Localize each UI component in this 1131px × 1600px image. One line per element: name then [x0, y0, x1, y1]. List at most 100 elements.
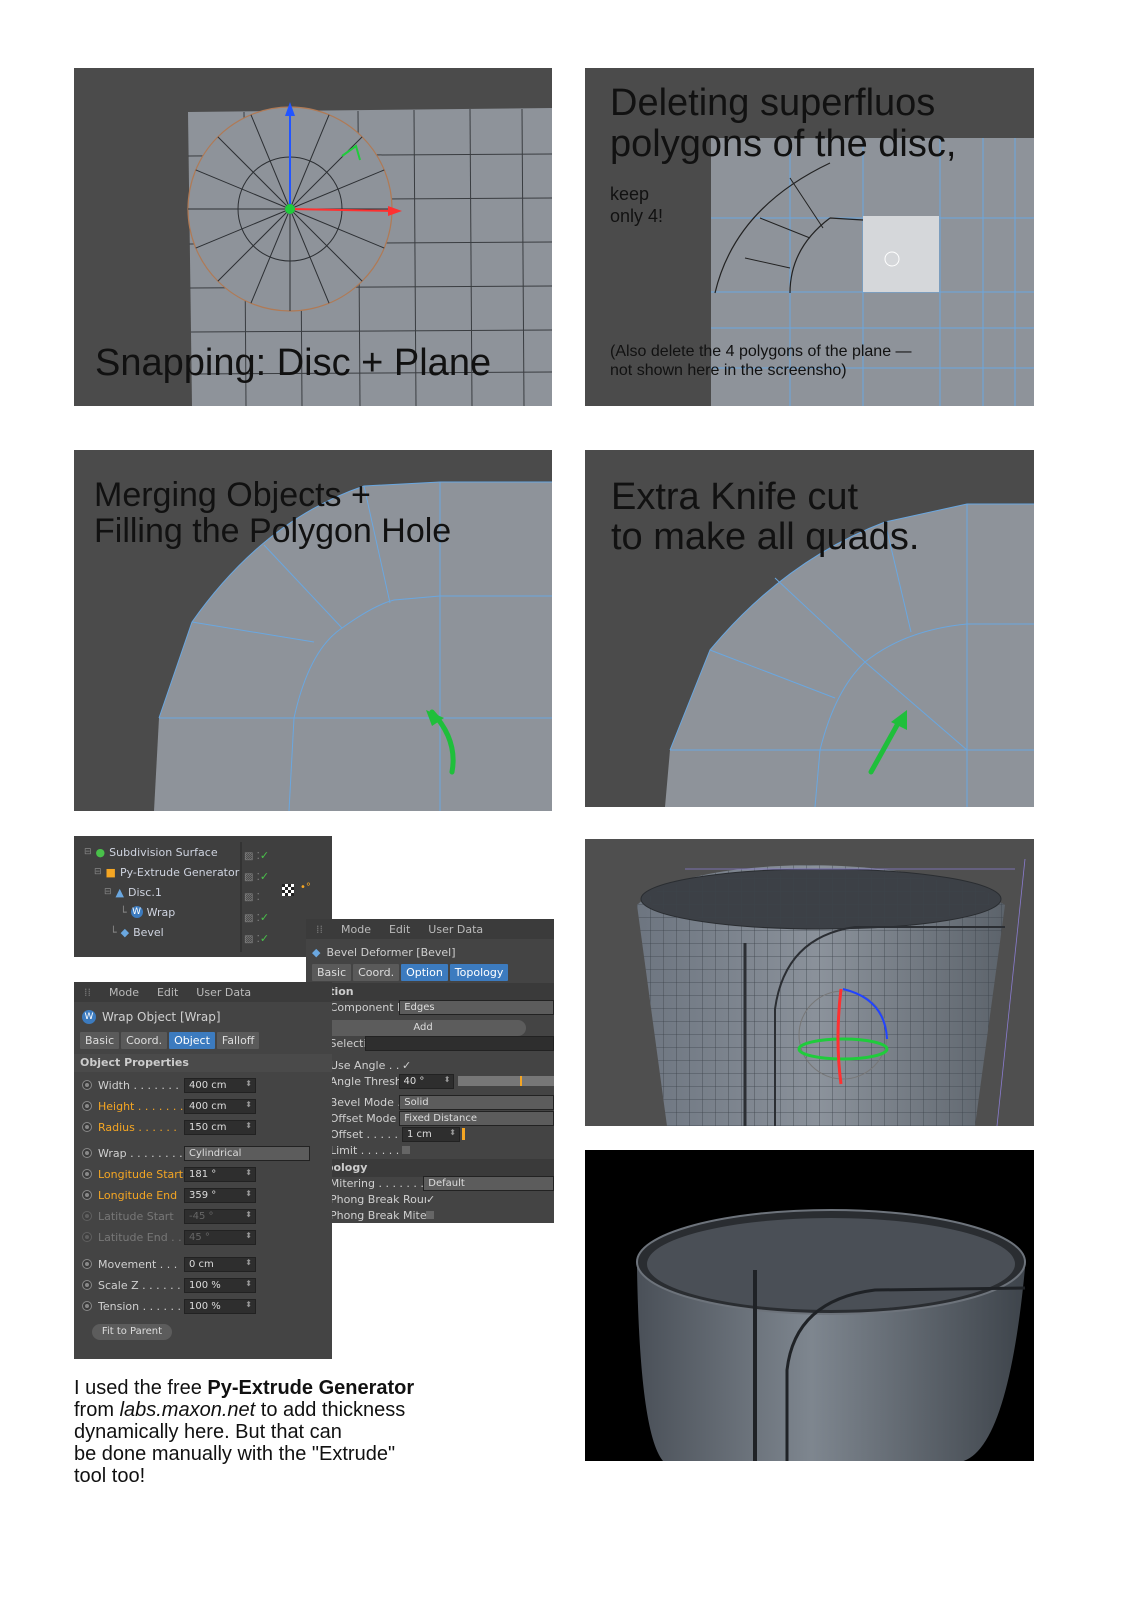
limit-checkbox[interactable]: [402, 1146, 410, 1154]
slider-handle[interactable]: [520, 1076, 523, 1086]
tree-branch-icon: └: [110, 925, 117, 939]
animate-dot[interactable]: [82, 1080, 92, 1090]
footer-text-part: I used the free: [74, 1377, 208, 1399]
offset-slider[interactable]: [462, 1128, 465, 1140]
tree-row-bevel[interactable]: └ ◆ Bevel: [74, 922, 332, 942]
phong-miters-checkbox[interactable]: [426, 1211, 434, 1219]
tab-basic[interactable]: Basic: [80, 1032, 120, 1049]
tab-topology[interactable]: Topology: [449, 964, 509, 981]
wrap-select[interactable]: Cylindrical: [184, 1145, 310, 1161]
spinner-icon[interactable]: ⬍: [444, 1075, 451, 1084]
spinner-icon[interactable]: ⬍: [245, 1210, 252, 1219]
use-angle-checkbox[interactable]: ✓: [402, 1059, 411, 1072]
animate-dot[interactable]: [82, 1190, 92, 1200]
tab-option[interactable]: Option: [401, 964, 448, 981]
phong-rounding-checkbox[interactable]: ✓: [426, 1193, 435, 1206]
label: Latitude End . .: [98, 1230, 182, 1244]
value: 1 cm: [407, 1128, 432, 1140]
longitude-end-row: Longitude End 359 ° ⬍: [74, 1185, 332, 1205]
label: Longitude End: [98, 1188, 178, 1202]
py-extrude-name: Py-Extrude Generator: [207, 1377, 415, 1399]
spinner-icon[interactable]: ⬍: [245, 1189, 252, 1198]
tag-icon[interactable]: •°: [300, 882, 311, 893]
spinner-icon[interactable]: ⬍: [245, 1079, 252, 1088]
spinner-icon[interactable]: ⬍: [245, 1168, 252, 1177]
animate-dot[interactable]: [82, 1232, 92, 1242]
label: Tension . . . . . .: [98, 1299, 182, 1313]
bevel-icon: ◆: [120, 925, 130, 939]
tree-row-wrap[interactable]: └ W Wrap: [74, 902, 332, 922]
caption-knife-1: Extra Knife cut: [611, 476, 859, 518]
label: Offset . . . . . . . .: [330, 1127, 402, 1141]
longitude-start-field[interactable]: 181 ° ⬍: [184, 1166, 256, 1182]
radius-row: Radius . . . . . . 150 cm ⬍: [74, 1117, 332, 1137]
collapse-icon[interactable]: ⊟: [84, 847, 92, 857]
tree-label: Wrap: [146, 905, 176, 919]
caption-knife-2: to make all quads.: [611, 516, 920, 558]
tree-label: Subdivision Surface: [109, 845, 218, 859]
menu-mode[interactable]: Mode: [341, 923, 371, 936]
label: Height . . . . . . .: [98, 1099, 184, 1113]
visibility-column[interactable]: ▨ ⁚✓ ▨ ⁚✓ ▨ ⁚ ▨ ⁚✓ ▨ ⁚✓: [244, 846, 269, 950]
angle-slider[interactable]: [458, 1076, 554, 1086]
texture-tag-icon[interactable]: [282, 884, 294, 896]
scale-z-field[interactable]: 100 % ⬍: [184, 1277, 256, 1293]
spinner-icon[interactable]: ⬍: [245, 1231, 252, 1240]
tree-row-subdivision[interactable]: ⊟ ● Subdivision Surface: [74, 842, 332, 862]
caption-merging-2: Filling the Polygon Hole: [94, 512, 452, 550]
label: Selection: [329, 1036, 366, 1050]
caption-keep-2: only 4!: [610, 206, 664, 226]
animate-dot[interactable]: [82, 1122, 92, 1132]
animate-dot[interactable]: [82, 1301, 92, 1311]
animate-dot[interactable]: [82, 1101, 92, 1111]
selection-field[interactable]: [365, 1035, 555, 1051]
footer-line-1: I used the free Py-Extrude Generator: [74, 1377, 494, 1399]
latitude-start-field[interactable]: -45 ° ⬍: [184, 1208, 256, 1224]
menu-user-data[interactable]: User Data: [196, 986, 251, 999]
tab-coord[interactable]: Coord.: [121, 1032, 168, 1049]
label: Offset Mode . . .: [329, 1111, 400, 1125]
animate-dot[interactable]: [82, 1259, 92, 1269]
fit-to-parent-button[interactable]: Fit to Parent: [92, 1324, 172, 1340]
spinner-icon[interactable]: ⬍: [245, 1258, 252, 1267]
menu-edit[interactable]: Edit: [157, 986, 178, 999]
label: Longitude Start: [98, 1167, 184, 1181]
tab-object[interactable]: Object: [169, 1032, 215, 1049]
collapse-icon[interactable]: ⊟: [104, 887, 112, 897]
movement-row: Movement . . . 0 cm ⬍: [74, 1254, 332, 1274]
cube-icon: ■: [105, 865, 116, 879]
spinner-icon[interactable]: ⬍: [245, 1100, 252, 1109]
spinner-icon[interactable]: ⬍: [449, 1128, 456, 1137]
collapse-icon[interactable]: ⊟: [94, 867, 102, 877]
radius-field[interactable]: 150 cm ⬍: [184, 1119, 256, 1135]
spinner-icon[interactable]: ⬍: [245, 1300, 252, 1309]
animate-dot[interactable]: [82, 1169, 92, 1179]
wrap-icon: W: [130, 906, 143, 918]
spinner-icon[interactable]: ⬍: [245, 1121, 252, 1130]
label: Bevel Mode . . .: [329, 1095, 400, 1109]
tension-field[interactable]: 100 % ⬍: [184, 1298, 256, 1314]
component-mode-select[interactable]: Edges: [399, 999, 554, 1015]
latitude-end-field[interactable]: 45 ° ⬍: [184, 1229, 256, 1245]
movement-field[interactable]: 0 cm ⬍: [184, 1256, 256, 1272]
animate-dot[interactable]: [82, 1148, 92, 1158]
spinner-icon[interactable]: ⬍: [245, 1279, 252, 1288]
tab-coord[interactable]: Coord.: [353, 964, 400, 981]
tab-falloff[interactable]: Falloff: [216, 1032, 260, 1049]
tab-basic[interactable]: Basic: [312, 964, 352, 981]
tree-row-py-extrude[interactable]: ⊟ ■ Py-Extrude Generator: [74, 862, 332, 882]
value: 45 °: [189, 1231, 210, 1243]
menu-edit[interactable]: Edit: [389, 923, 410, 936]
tree-branch-icon: └: [120, 905, 127, 919]
animate-dot[interactable]: [82, 1211, 92, 1221]
section-object-properties: Object Properties: [74, 1054, 332, 1072]
height-field[interactable]: 400 cm ⬍: [184, 1098, 256, 1114]
menu-mode[interactable]: Mode: [109, 986, 139, 999]
longitude-end-field[interactable]: 359 ° ⬍: [184, 1187, 256, 1203]
angle-threshold-field[interactable]: 40 ° ⬍: [398, 1073, 455, 1089]
width-field[interactable]: 400 cm ⬍: [184, 1077, 256, 1093]
menu-user-data[interactable]: User Data: [428, 923, 483, 936]
value: 359 °: [189, 1189, 217, 1201]
animate-dot[interactable]: [82, 1280, 92, 1290]
bevel-icon: ◆: [312, 946, 321, 959]
